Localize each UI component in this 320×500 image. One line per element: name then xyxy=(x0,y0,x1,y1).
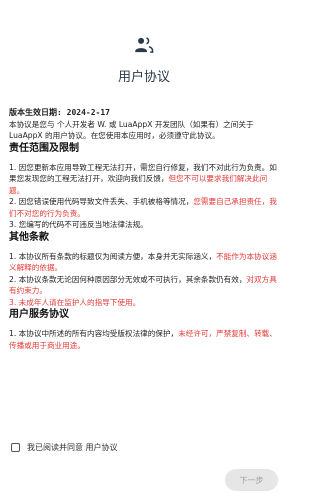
clause-other-3: 3. 未成年人请在监护人的指导下使用。 xyxy=(9,297,141,307)
intro-paragraph: 本协议是您与 个人开发者 W. 或 LuaAppX 开发团队（如果有）之间关于 … xyxy=(9,119,254,141)
agreement-content[interactable]: 版本生效日期: 2024-2-17 本协议是您与 个人开发者 W. 或 LuaA… xyxy=(9,107,279,442)
header: 用户协议 xyxy=(0,0,288,92)
clause-liability-1: 1. 因您更新本应用导致工程无法打开，需您自行修复，我们不对此行为负责。如果您发… xyxy=(9,162,277,195)
next-button[interactable]: 下一步 xyxy=(225,469,278,491)
agree-checkbox-row[interactable]: 我已阅读并同意 用户协议 xyxy=(11,440,118,454)
clause-other-1: 1. 本协议所有条款的标题仅为阅读方便，本身并无实际涵义，不能作为本协议涵义解释… xyxy=(9,251,277,273)
clause-other-2: 2. 本协议条款无论因何种原因部分无效或不可执行，其余条款仍有效，对双方具有约束… xyxy=(9,274,277,296)
clause-liability-3: 3. 您编写的代码不可违反当地法律法规。 xyxy=(9,220,148,229)
clause-service-1: 1. 本协议中所述的所有内容均受版权法律的保护，未经许可，严禁复制、转载、传播或… xyxy=(9,329,277,350)
agree-label[interactable]: 我已阅读并同意 用户协议 xyxy=(27,442,118,453)
effective-date: 版本生效日期: 2024-2-17 xyxy=(9,108,110,117)
section-title-other: 其他条款 xyxy=(9,231,49,243)
agree-checkbox[interactable] xyxy=(11,442,20,452)
section-title-service: 用户服务协议 xyxy=(9,309,69,320)
section-title-liability: 责任范围及限制 xyxy=(9,142,79,154)
users-icon xyxy=(135,37,154,53)
clause-liability-2: 2. 因您错误使用代码导致文件丢失、手机被格等情况，您需要自己承担责任，我们不对… xyxy=(9,197,277,218)
page-title: 用户协议 xyxy=(117,70,170,85)
footer: 我已阅读并同意 用户协议 下一步 xyxy=(0,438,288,500)
